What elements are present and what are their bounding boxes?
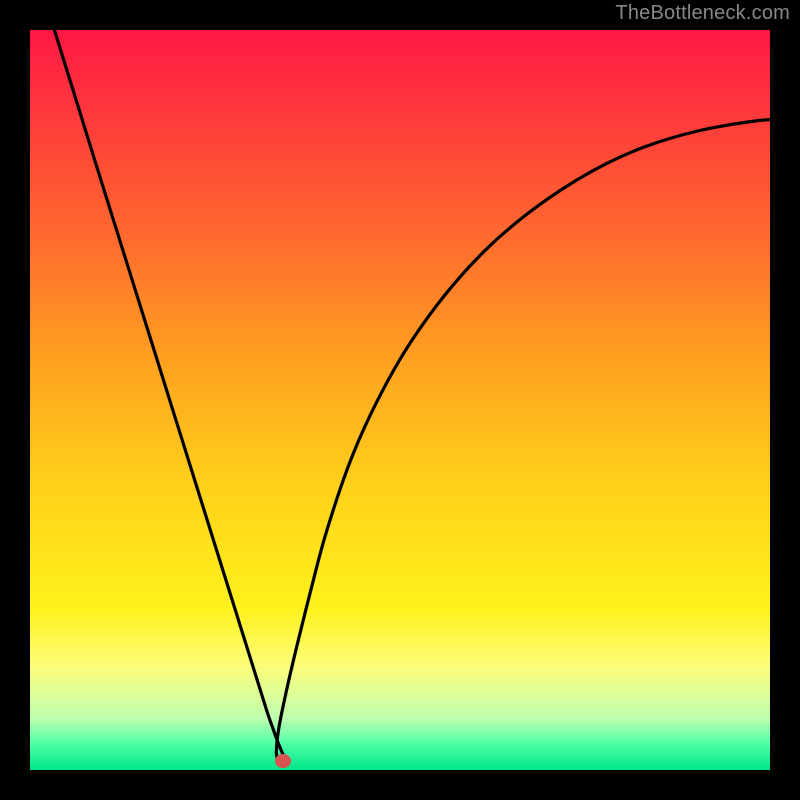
plot-svg [30,30,770,770]
optimal-point-marker [275,754,291,768]
watermark-label: TheBottleneck.com [615,2,790,25]
chart-frame: TheBottleneck.com [0,0,800,800]
plot-area [30,30,770,770]
